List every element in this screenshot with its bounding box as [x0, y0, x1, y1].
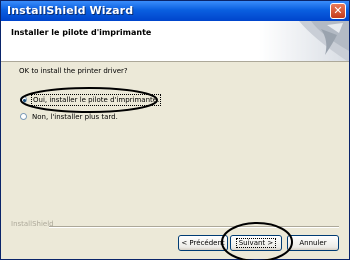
- back-button[interactable]: < Précédent: [178, 235, 228, 251]
- radio-install-later-circle[interactable]: [20, 113, 27, 120]
- radio-selected-dot: [22, 98, 26, 102]
- installshield-group-label: InstallShield: [11, 220, 54, 228]
- cancel-button[interactable]: Annuler: [287, 235, 339, 251]
- title-bar: InstallShield Wizard ✕: [1, 1, 349, 21]
- installshield-window: InstallShield Wizard ✕ Installer le pilo…: [0, 0, 350, 260]
- next-button-label: Suivant >: [235, 238, 277, 248]
- install-question: OK to install the printer driver?: [19, 67, 128, 75]
- next-button[interactable]: Suivant >: [230, 235, 282, 251]
- window-title: InstallShield Wizard: [7, 4, 134, 17]
- radio-install-now-label[interactable]: Oui, installer le pilote d'imprimante.: [30, 94, 162, 106]
- page-title: Installer le pilote d'imprimante: [11, 28, 152, 37]
- wizard-header: Installer le pilote d'imprimante: [1, 21, 349, 62]
- close-button[interactable]: ✕: [330, 3, 346, 19]
- footer-divider: [49, 226, 339, 228]
- wizard-body: OK to install the printer driver? Oui, i…: [1, 62, 349, 259]
- radio-install-later-label[interactable]: Non, l'installer plus tard.: [32, 112, 118, 122]
- radio-install-now-circle[interactable]: [20, 96, 27, 103]
- setup-graphic-icon: [259, 21, 349, 61]
